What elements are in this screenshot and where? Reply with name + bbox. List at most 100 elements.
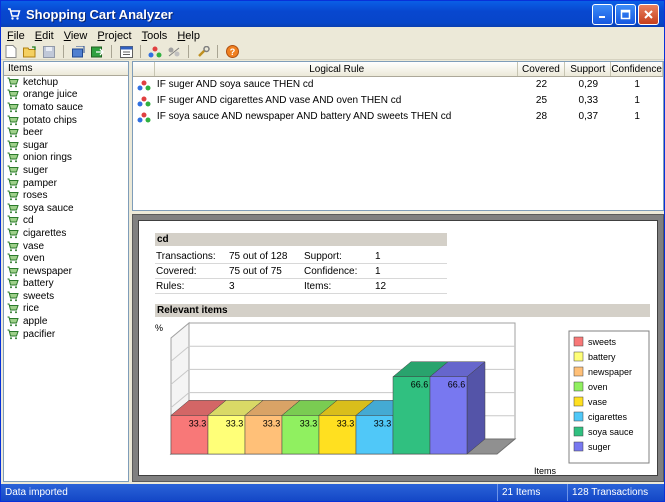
details-frame: cd Transactions: 75 out of 128 Support: … (132, 214, 664, 482)
help-icon: ? (225, 45, 239, 58)
legend-label: newspaper (588, 367, 632, 377)
rule-icon (133, 93, 155, 109)
list-item[interactable]: ketchup (4, 76, 128, 89)
export-button[interactable] (89, 45, 105, 59)
column-header-logical-rule[interactable]: Logical Rule (155, 62, 518, 76)
item-label: sweets (23, 290, 55, 302)
relevant-items-chart: % Items 33.3 33.3 33.3 33.3 33.3 33.3 66.6 66.6 sw… (155, 321, 650, 476)
rule-text: IF suger AND cigarettes AND vase AND ove… (156, 95, 402, 106)
status-bar: Data imported 21 Items 128 Transactions (1, 484, 664, 501)
import-button[interactable] (70, 45, 86, 59)
legend-label: vase (588, 397, 607, 407)
list-item[interactable]: pamper (4, 177, 128, 190)
table-row[interactable]: IF soya sauce AND newspaper AND battery … (133, 109, 663, 125)
item-label: pacifier (23, 328, 56, 340)
cart-icon (7, 329, 19, 339)
properties-button[interactable] (118, 45, 134, 59)
cart-icon (7, 115, 19, 125)
rule-icon (133, 77, 155, 93)
list-item[interactable]: rice (4, 303, 128, 316)
menu-file[interactable]: File (3, 30, 31, 42)
list-item[interactable]: pacifier (4, 328, 128, 341)
chart-data-label: 66.6 (411, 380, 429, 390)
minimize-button[interactable] (592, 3, 613, 25)
list-item[interactable]: sugar (4, 139, 128, 152)
toolbar-separator (217, 45, 218, 58)
item-label: ketchup (23, 76, 59, 88)
close-button[interactable] (638, 3, 659, 25)
rule-support: 0,29 (578, 79, 599, 90)
title-bar[interactable]: Shopping Cart Analyzer (1, 1, 664, 27)
list-item[interactable]: cd (4, 215, 128, 228)
column-header-confidence[interactable]: Confidence (611, 62, 664, 76)
list-item[interactable]: newspaper (4, 265, 128, 278)
column-header-covered[interactable]: Covered (518, 62, 566, 76)
open-folder-icon (23, 45, 36, 57)
menu-project[interactable]: Project (93, 30, 137, 42)
rules-table-header: Logical Rule Covered Support Confidence (133, 62, 664, 77)
rules-panel: Logical Rule Covered Support Confidence … (132, 61, 664, 211)
maximize-button[interactable] (615, 3, 636, 25)
list-item[interactable]: cigarettes (4, 227, 128, 240)
export-icon (90, 46, 104, 57)
item-label: cigarettes (23, 227, 67, 239)
item-label: apple (23, 316, 48, 328)
items-header[interactable]: Items (4, 62, 128, 76)
details-panel: cd Transactions: 75 out of 128 Support: … (138, 220, 658, 476)
list-item[interactable]: beer (4, 126, 128, 139)
window-title: Shopping Cart Analyzer (26, 6, 173, 22)
cart-icon (7, 278, 19, 289)
menu-edit[interactable]: Edit (31, 30, 60, 42)
close-icon (644, 9, 653, 19)
rule-text: IF soya sauce AND newspaper AND battery … (156, 111, 452, 122)
list-item[interactable]: tomato sauce (4, 101, 128, 114)
icon-column-header (133, 62, 155, 76)
rules-label: Rules: (156, 281, 185, 292)
list-item[interactable]: battery (4, 278, 128, 291)
cart-icon (7, 165, 19, 176)
menu-view[interactable]: View (60, 30, 94, 42)
column-header-support[interactable]: Support (565, 62, 612, 76)
menu-tools[interactable]: Tools (138, 30, 174, 42)
cart-icon (7, 140, 19, 151)
item-label: suger (23, 164, 49, 176)
cart-icon (7, 253, 19, 264)
tools-button[interactable] (195, 45, 211, 59)
table-row[interactable]: IF suger AND cigarettes AND vase AND ove… (133, 93, 663, 109)
cart-icon (7, 241, 19, 251)
list-item[interactable]: vase (4, 240, 128, 253)
list-item[interactable]: sweets (4, 290, 128, 303)
chart-data-label: 33.3 (300, 418, 318, 428)
cart-app-icon (8, 8, 21, 20)
table-row[interactable]: IF suger AND soya sauce THEN cd 22 0,29 1 (133, 77, 663, 93)
list-item[interactable]: suger (4, 164, 128, 177)
list-item[interactable]: potato chips (4, 114, 128, 127)
transactions-label: Transactions: (156, 251, 216, 262)
filter-button[interactable] (166, 45, 182, 59)
list-item[interactable]: apple (4, 315, 128, 328)
legend-label: oven (588, 382, 608, 392)
toolbar-separator (140, 45, 141, 58)
analyze-button[interactable] (147, 45, 163, 59)
new-button[interactable] (3, 45, 19, 59)
covered-label: Covered: (156, 266, 197, 277)
cart-icon (7, 190, 19, 201)
save-icon (43, 45, 55, 58)
list-item[interactable]: orange juice (4, 89, 128, 102)
legend-swatch (573, 426, 584, 437)
save-button[interactable] (41, 45, 57, 59)
open-button[interactable] (22, 45, 38, 59)
help-button[interactable]: ? (224, 45, 240, 59)
list-item[interactable]: roses (4, 189, 128, 202)
item-label: oven (23, 253, 45, 265)
items-value: 12 (375, 281, 387, 292)
list-item[interactable]: soya sauce (4, 202, 128, 215)
list-item[interactable]: oven (4, 252, 128, 265)
list-item[interactable]: onion rings (4, 152, 128, 165)
items-panel: Items ketchup orange juice tomato sauce pot… (3, 61, 129, 482)
menu-help[interactable]: Help (173, 30, 206, 42)
status-message: Data imported (5, 487, 68, 498)
item-label: vase (23, 240, 45, 252)
chart-data-label: 33.3 (189, 418, 207, 428)
confidence-label: Confidence: (304, 266, 358, 277)
